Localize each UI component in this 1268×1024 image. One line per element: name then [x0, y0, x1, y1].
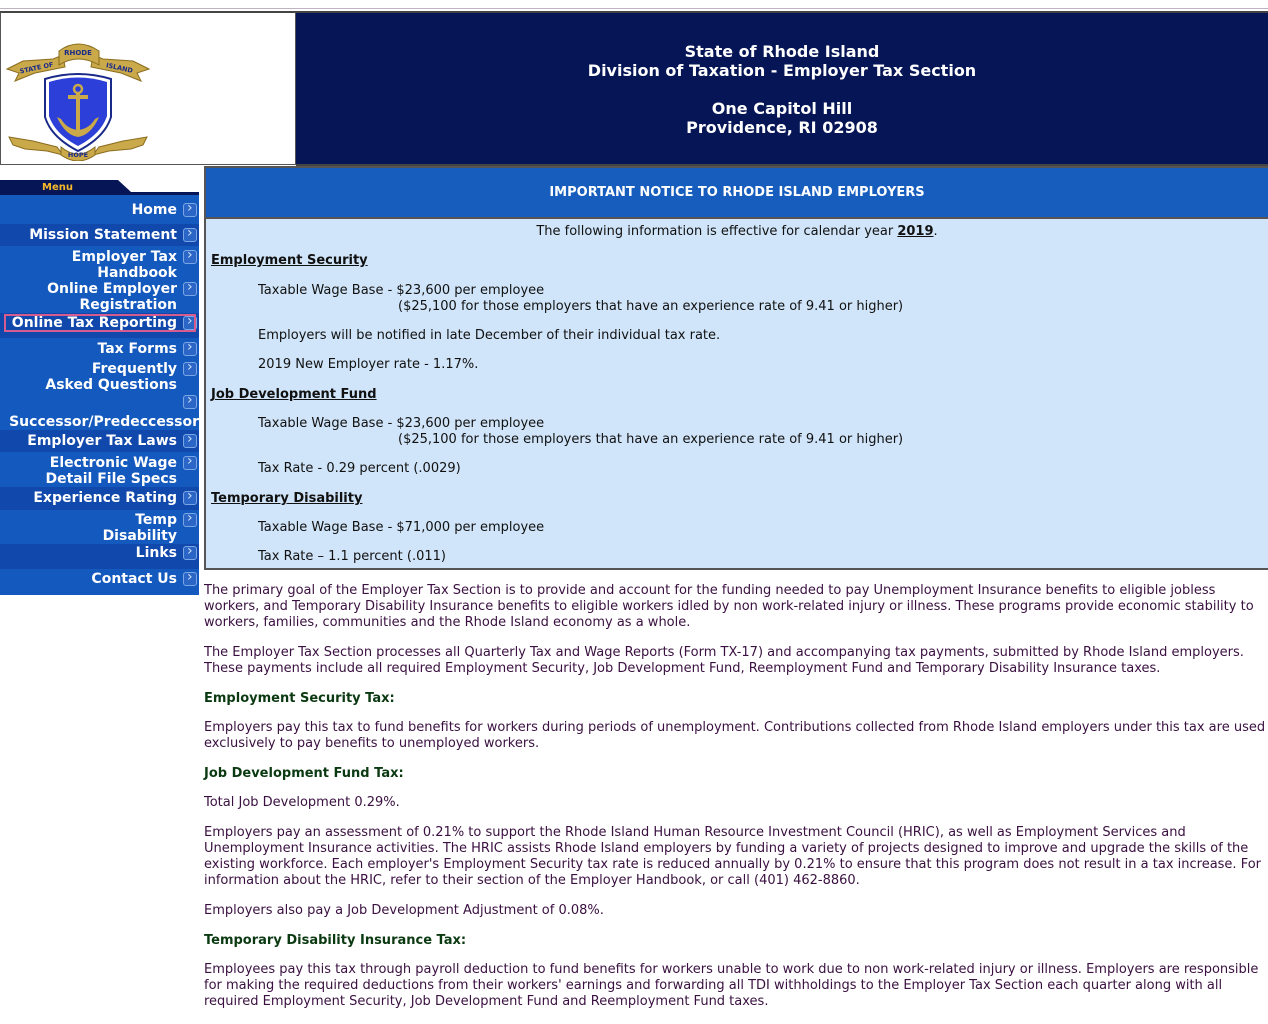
arrow-right-icon — [183, 359, 197, 376]
arrow-right-icon — [183, 543, 197, 560]
notice-intro: The following information is effective f… — [536, 224, 938, 239]
es-notify: Employers will be notified in late Decem… — [258, 328, 721, 343]
menu-tab-shape — [0, 180, 199, 195]
section-employment-security: Employment Security — [211, 253, 368, 268]
nav-label: Electronic Wage Detail File Specs — [45, 455, 178, 487]
header-address-street: One Capitol Hill — [711, 99, 853, 118]
nav-label: Contact Us — [91, 571, 177, 587]
heading-tdi-tax: Temporary Disability Insurance Tax: — [204, 933, 467, 948]
nav-temp-disability-refunds[interactable]: Temp Disability Refunds — [0, 510, 199, 560]
nav-employer-tax-laws[interactable]: Employer Tax Laws — [0, 430, 199, 452]
sidebar-nav: Home Mission Statement Employer Tax Hand… — [0, 195, 199, 595]
paragraph-primary-goal: The primary goal of the Employer Tax Sec… — [204, 583, 1254, 630]
arrow-right-icon — [183, 392, 197, 409]
nav-label: Online Tax Reporting — [11, 315, 177, 331]
top-divider — [0, 8, 1268, 9]
nav-faq[interactable]: Frequently Asked Questions — [0, 359, 199, 414]
header-title: State of Rhode Island — [684, 42, 880, 61]
paragraph-jd-adjustment: Employers also pay a Job Development Adj… — [204, 903, 604, 918]
nav-experience-rating[interactable]: Experience Rating — [0, 487, 199, 510]
nav-mission-statement[interactable]: Mission Statement — [0, 224, 199, 246]
arrow-right-icon — [183, 488, 197, 505]
menu-title: Menu — [42, 182, 73, 193]
nav-label: Tax Forms — [97, 341, 177, 357]
notice-year: 2019 — [897, 224, 934, 239]
nav-links[interactable]: Links — [0, 543, 199, 569]
arrow-right-icon — [183, 313, 197, 330]
td-tax-rate: Tax Rate – 1.1 percent (.011) — [258, 549, 446, 564]
nav-employer-tax-handbook[interactable]: Employer Tax Handbook — [0, 246, 199, 281]
nav-label: Employer Tax Handbook — [71, 249, 177, 281]
es-new-rate: 2019 New Employer rate - 1.17%. — [258, 357, 479, 372]
paragraph-employment-security-tax: Employers pay this tax to fund benefits … — [204, 720, 1266, 751]
arrow-right-icon — [183, 225, 197, 242]
arrow-right-icon — [183, 453, 197, 470]
header-address-city: Providence, RI 02908 — [686, 118, 878, 137]
rhode-island-seal-icon: RHODE STATE OF ISLAND HOPE — [5, 43, 151, 161]
nav-label: Links — [135, 545, 177, 561]
nav-tax-forms[interactable]: Tax Forms — [0, 338, 199, 359]
nav-label: Mission Statement — [29, 227, 177, 243]
arrow-right-icon — [183, 510, 197, 527]
nav-contact-us[interactable]: Contact Us — [0, 569, 199, 595]
logo-panel: RHODE STATE OF ISLAND HOPE — [0, 11, 296, 165]
paragraph-hric-assessment: Employers pay an assessment of 0.21% to … — [204, 825, 1262, 888]
section-temporary-disability: Temporary Disability — [211, 491, 363, 506]
nav-label: Experience Rating — [33, 490, 177, 506]
es-wage-base-alt: ($25,100 for those employers that have a… — [398, 299, 904, 314]
arrow-right-icon — [183, 247, 197, 264]
nav-successor-predecessor[interactable]: Successor/Predeccessor — [0, 414, 199, 430]
es-wage-base: Taxable Wage Base - $23,600 per employee — [258, 283, 545, 298]
nav-label: Employer Tax Laws — [27, 433, 177, 449]
jd-wage-base: Taxable Wage Base - $23,600 per employee — [258, 416, 545, 431]
nav-online-employer-registration[interactable]: Online Employer Registration — [0, 278, 199, 313]
arrow-right-icon — [183, 431, 197, 448]
nav-online-tax-reporting[interactable]: Online Tax Reporting — [0, 313, 199, 338]
heading-job-development-fund-tax: Job Development Fund Tax: — [204, 766, 404, 781]
nav-label: Home — [131, 202, 177, 218]
section-job-development: Job Development Fund — [211, 387, 377, 402]
paragraph-processing: The Employer Tax Section processes all Q… — [204, 645, 1244, 676]
arrow-right-icon — [183, 279, 197, 296]
jd-wage-base-alt: ($25,100 for those employers that have a… — [398, 432, 904, 447]
arrow-right-icon — [183, 569, 197, 586]
seal-text-hope: HOPE — [68, 151, 88, 159]
seal-text-rhode: RHODE — [64, 49, 92, 57]
heading-employment-security-tax: Employment Security Tax: — [204, 691, 395, 706]
notice-title: IMPORTANT NOTICE TO RHODE ISLAND EMPLOYE… — [206, 168, 1268, 219]
header-subtitle: Division of Taxation - Employer Tax Sect… — [587, 61, 977, 80]
main-content: The primary goal of the Employer Tax Sec… — [204, 583, 1268, 1024]
nav-label: Online Employer Registration — [47, 281, 177, 313]
nav-home[interactable]: Home — [0, 195, 199, 224]
paragraph-tdi-tax: Employees pay this tax through payroll d… — [204, 962, 1259, 1009]
site-header: State of Rhode Island Division of Taxati… — [296, 11, 1268, 166]
paragraph-total-job-development: Total Job Development 0.29%. — [204, 795, 400, 810]
td-wage-base: Taxable Wage Base - $71,000 per employee — [258, 520, 545, 535]
important-notice: IMPORTANT NOTICE TO RHODE ISLAND EMPLOYE… — [204, 166, 1268, 570]
arrow-right-icon — [183, 339, 197, 356]
menu-header: Menu — [0, 180, 199, 195]
nav-electronic-wage-detail[interactable]: Electronic Wage Detail File Specs — [0, 452, 199, 487]
jd-tax-rate: Tax Rate - 0.29 percent (.0029) — [258, 461, 461, 476]
arrow-right-icon — [183, 200, 197, 217]
nav-label: Frequently Asked Questions — [45, 361, 177, 393]
nav-label: Successor/Predeccessor — [9, 414, 199, 430]
